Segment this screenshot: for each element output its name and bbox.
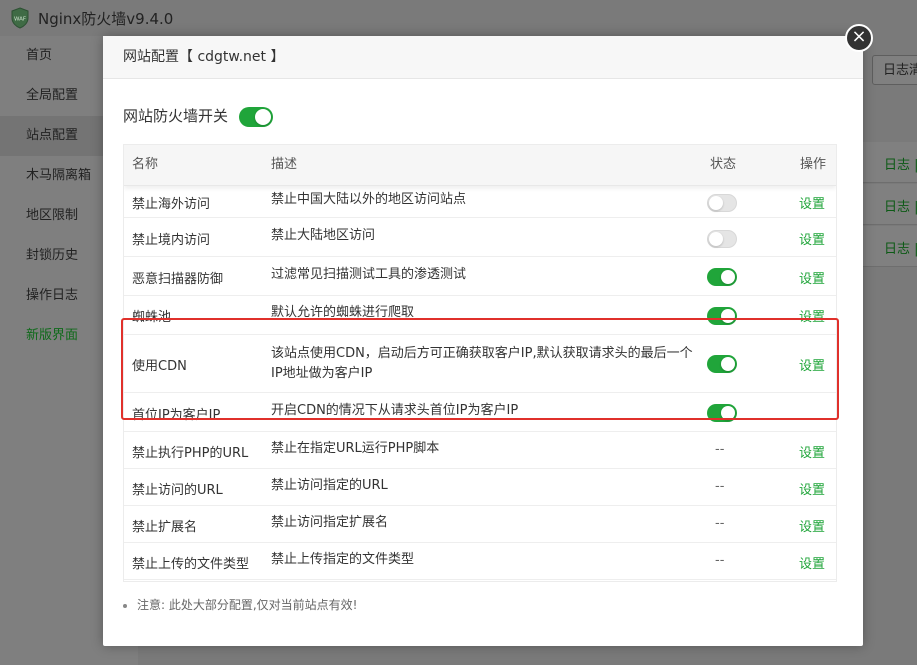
waf-shield-icon: WAF (11, 7, 29, 29)
column-status: 状态 (710, 157, 737, 172)
rule-desc: 禁止访问指定扩展名 (271, 515, 389, 530)
site-firewall-switch-label: 网站防火墙开关 (123, 107, 229, 125)
rule-name: 禁止执行PHP的URL (132, 446, 249, 461)
rule-settings-link[interactable]: 设置 (799, 229, 825, 248)
background-row: 日志 | (862, 184, 917, 225)
background-row: 日志 | (862, 226, 917, 267)
svg-text:WAF: WAF (14, 17, 26, 23)
rule-status-toggle[interactable] (707, 194, 737, 212)
rule-settings-link[interactable]: 设置 (799, 193, 825, 212)
rule-status-toggle[interactable] (707, 268, 737, 286)
column-op: 操作 (800, 157, 827, 172)
rule-status-text: -- (715, 553, 725, 568)
toggle-knob (254, 108, 271, 125)
rule-name: 禁止境内访问 (132, 233, 211, 248)
log-link[interactable]: 日志 | (884, 154, 917, 173)
rule-desc: 禁止大陆地区访问 (271, 228, 376, 243)
log-link[interactable]: 日志 | (884, 196, 917, 215)
rule-status-toggle[interactable] (707, 230, 737, 248)
rule-settings-link[interactable]: 设置 (799, 479, 825, 498)
rule-desc: 过滤常见扫描测试工具的渗透测试 (271, 267, 467, 282)
column-name: 名称 (132, 157, 159, 172)
background-row: 日志 | (862, 142, 917, 183)
site-firewall-switch-row: 网站防火墙开关 (123, 104, 273, 128)
rule-settings-link[interactable]: 设置 (799, 268, 825, 287)
rule-name: 禁止海外访问 (132, 197, 211, 212)
log-clear-button[interactable]: 日志清 (872, 55, 917, 85)
table-row: 禁止访问的URL 禁止访问指定的URL -- 设置 (124, 469, 836, 506)
rule-desc: 禁止上传指定的文件类型 (271, 552, 415, 567)
note-text: 注意: 此处大部分配置,仅对当前站点有效! (137, 598, 358, 612)
site-firewall-toggle[interactable] (238, 106, 273, 127)
rule-status-text: -- (715, 479, 725, 494)
column-desc: 描述 (271, 157, 298, 172)
toggle-knob (709, 232, 723, 246)
toggle-knob (721, 270, 735, 284)
rule-desc: 禁止访问指定的URL (271, 478, 388, 493)
rule-settings-link[interactable]: 设置 (799, 442, 825, 461)
rule-name: 恶意扫描器防御 (132, 272, 224, 287)
rule-name: 禁止访问的URL (132, 483, 223, 498)
table-header: 名称 描述 状态 操作 (124, 145, 836, 186)
close-icon[interactable]: × (845, 24, 873, 52)
log-link[interactable]: 日志 | (884, 238, 917, 257)
table-row: 禁止境内访问 禁止大陆地区访问 设置 (124, 218, 836, 257)
table-row: 禁止上传的文件类型 禁止上传指定的文件类型 -- 设置 (124, 543, 836, 580)
app-header: WAF Nginx防火墙v9.4.0 (0, 0, 917, 36)
rule-status-text: -- (715, 516, 725, 531)
bullet-dot (123, 603, 127, 608)
rule-status-text: -- (715, 442, 725, 457)
app-title: Nginx防火墙v9.4.0 (38, 10, 174, 28)
table-row: 恶意扫描器防御 过滤常见扫描测试工具的渗透测试 设置 (124, 257, 836, 296)
site-config-note: 注意: 此处大部分配置,仅对当前站点有效! (123, 596, 357, 613)
rule-name: 禁止上传的文件类型 (132, 557, 250, 572)
rule-name: 禁止扩展名 (132, 520, 198, 535)
cdn-rows-highlight-box (121, 318, 839, 420)
rule-settings-link[interactable]: 设置 (799, 516, 825, 535)
table-row: 禁止扩展名 禁止访问指定扩展名 -- 设置 (124, 506, 836, 543)
rule-desc: 禁止在指定URL运行PHP脚本 (271, 441, 440, 456)
toggle-knob (709, 196, 723, 210)
rule-settings-link[interactable]: 设置 (799, 553, 825, 572)
table-row: 禁止执行PHP的URL 禁止在指定URL运行PHP脚本 -- 设置 (124, 432, 836, 469)
modal-title: 网站配置【 cdgtw.net 】 (103, 36, 863, 79)
rule-desc: 禁止中国大陆以外的地区访问站点 (271, 192, 467, 207)
